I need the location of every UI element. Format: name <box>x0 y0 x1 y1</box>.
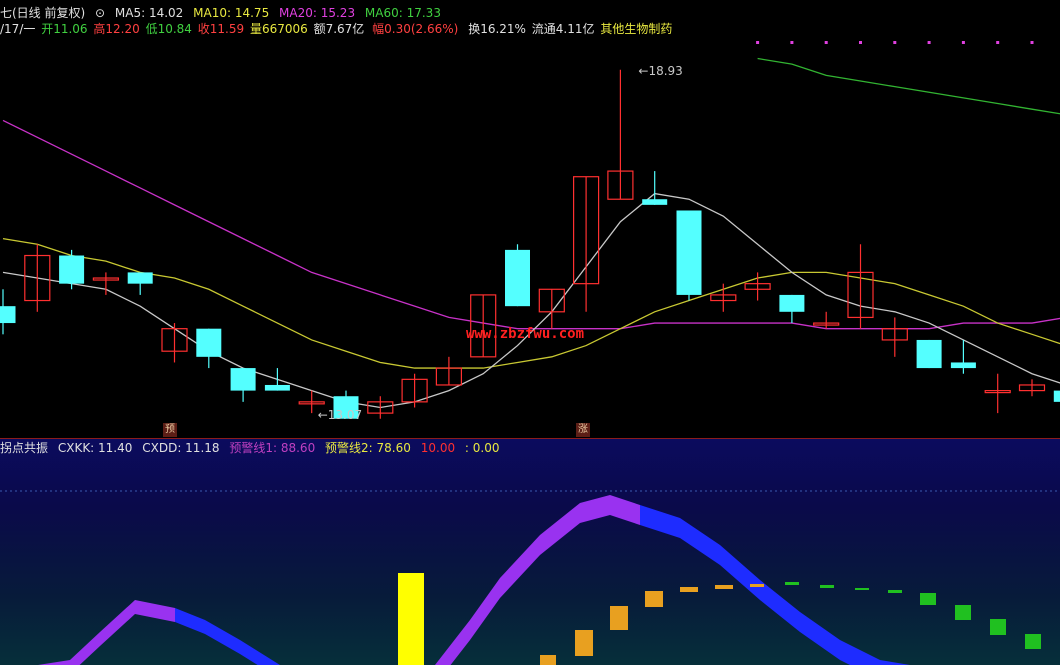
candle-body <box>676 210 702 295</box>
ma20-label: MA20: 15.23 <box>279 6 356 20</box>
ma-legend: 七(日线 前复权) ⊙ MA5: 14.02 MA10: 14.75 MA20:… <box>0 5 447 21</box>
orange-bar <box>610 606 628 630</box>
quote-high: 高12.20 <box>93 22 140 36</box>
signal-dot <box>824 41 828 44</box>
settings-icon[interactable]: ⊙ <box>95 6 105 20</box>
orange-bar <box>715 585 733 589</box>
green-bar <box>888 590 902 593</box>
ma20-line <box>2 119 1060 330</box>
quote-date: /17/一 <box>0 22 36 36</box>
purple-band-2 <box>435 495 640 665</box>
green-bar <box>920 593 936 605</box>
candle-body <box>642 199 668 205</box>
low-price-label: ←13.07 <box>318 408 362 422</box>
signal-marker-zhang: 涨 <box>576 423 590 437</box>
green-bar <box>955 605 971 620</box>
purple-band-1 <box>38 600 175 665</box>
indicator-warn1: 预警线1: 88.60 <box>229 441 316 455</box>
candle-body <box>916 339 942 369</box>
ma60-label: MA60: 17.33 <box>364 6 441 20</box>
candle-body <box>230 368 256 391</box>
signal-dot <box>859 41 862 44</box>
indicator-cxkk: CXKK: 11.40 <box>57 441 133 455</box>
orange-bar <box>645 591 663 607</box>
quote-change: 幅0.30(2.66%) <box>372 22 459 36</box>
indicator-name: 拐点共振 <box>0 441 49 455</box>
ma60-line <box>757 57 1060 115</box>
green-bar <box>820 585 834 588</box>
yellow-signal-bar <box>398 573 424 665</box>
indicator-v10: 10.00 <box>420 441 456 455</box>
candle-body <box>264 384 290 391</box>
quote-open: 开11.06 <box>41 22 88 36</box>
quote-bar: /17/一 开11.06 高12.20 低10.84 收11.59 量66700… <box>0 21 678 37</box>
orange-bar <box>540 655 556 665</box>
signal-dot <box>1030 41 1034 44</box>
quote-sector[interactable]: 其他生物制药 <box>600 22 672 36</box>
green-bar <box>785 582 799 585</box>
indicator-v0: : 0.00 <box>464 441 500 455</box>
candle-body <box>127 272 153 284</box>
candle-body <box>1053 390 1060 402</box>
indicator-cxdd: CXDD: 11.18 <box>142 441 220 455</box>
signal-dot <box>893 41 897 44</box>
green-bar <box>1025 634 1041 649</box>
signal-dot <box>996 41 1000 44</box>
signal-marker-yu: 预 <box>163 423 177 437</box>
signal-dot <box>927 41 931 44</box>
high-price-label: ←18.93 <box>638 64 682 78</box>
chart-title: 七(日线 前复权) <box>0 6 86 20</box>
orange-bar <box>680 587 698 592</box>
indicator-legend: 拐点共振 CXKK: 11.40 CXDD: 11.18 预警线1: 88.60… <box>0 440 506 456</box>
signal-dot <box>961 41 965 44</box>
quote-float: 流通4.11亿 <box>531 22 595 36</box>
candle-body <box>505 249 530 307</box>
blue-band-1 <box>175 608 280 665</box>
signal-dot <box>756 41 760 44</box>
green-bar <box>990 619 1006 635</box>
green-bar <box>855 588 869 590</box>
quote-turnover: 换16.21% <box>468 22 526 36</box>
orange-bar <box>575 630 593 656</box>
candle-body <box>779 294 805 312</box>
quote-volume: 量667006 <box>249 22 308 36</box>
ma5-label: MA5: 14.02 <box>114 6 184 20</box>
quote-amount: 额7.67亿 <box>313 22 365 36</box>
candle-body <box>950 362 976 369</box>
chart-svg: ←18.93 ←13.07 www.zbzfwu.com <box>0 41 1060 665</box>
watermark: www.zbzfwu.com <box>466 326 584 342</box>
quote-close: 收11.59 <box>197 22 245 36</box>
signal-dot <box>790 41 794 44</box>
orange-bar <box>750 584 764 587</box>
ma10-label: MA10: 14.75 <box>193 6 270 20</box>
candle-body <box>0 306 16 324</box>
indicator-warn2: 预警线2: 78.60 <box>325 441 411 455</box>
quote-low: 低10.84 <box>145 22 192 36</box>
candle-body <box>59 255 85 284</box>
candle-body <box>196 328 222 357</box>
ma5-line <box>2 192 1060 409</box>
blue-band-2 <box>640 505 910 665</box>
